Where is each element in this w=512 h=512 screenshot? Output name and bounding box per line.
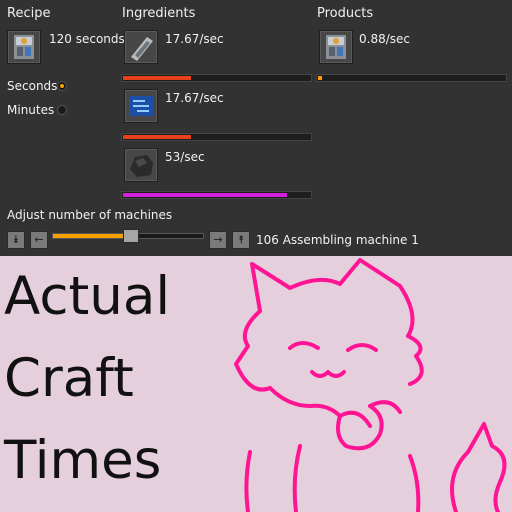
increase-button[interactable]: → bbox=[209, 231, 227, 249]
ingredient-slot-1[interactable] bbox=[124, 30, 158, 64]
product-bar-1 bbox=[316, 74, 507, 82]
decrease-button[interactable]: ← bbox=[30, 231, 48, 249]
recipe-header: Recipe bbox=[7, 6, 51, 21]
arrow-left-icon: ← bbox=[34, 233, 44, 246]
minutes-label: Minutes bbox=[7, 103, 55, 117]
double-chevron-down-icon: ⯯ bbox=[12, 233, 20, 246]
ingredient-slot-2[interactable] bbox=[124, 89, 158, 123]
decrease-fast-button[interactable]: ⯯ bbox=[7, 231, 25, 249]
ingredients-header: Ingredients bbox=[122, 6, 196, 21]
ingredient-bar-fill-2 bbox=[123, 135, 191, 139]
ingredient-bar-3 bbox=[121, 191, 312, 199]
machines-value: 106 Assembling machine 1 bbox=[256, 233, 419, 247]
machines-slider[interactable] bbox=[52, 229, 204, 243]
processing-unit-icon bbox=[129, 96, 153, 116]
caption-line-2: Craft bbox=[4, 348, 134, 409]
machines-label: Adjust number of machines bbox=[7, 208, 173, 222]
machines-slider-handle[interactable] bbox=[123, 229, 139, 243]
product-rate-1: 0.88/sec bbox=[359, 32, 410, 46]
satellite-icon bbox=[326, 35, 346, 59]
product-slot-1[interactable] bbox=[319, 30, 353, 64]
ingredient-bar-1 bbox=[121, 74, 312, 82]
products-header: Products bbox=[317, 6, 374, 21]
machines-slider-fill bbox=[53, 234, 131, 238]
product-bar-fill-1 bbox=[318, 76, 322, 80]
ingredient-bar-fill-3 bbox=[123, 193, 288, 197]
caption-line-3: Times bbox=[4, 430, 162, 491]
ingredient-bar-fill-1 bbox=[123, 76, 191, 80]
seconds-radio[interactable] bbox=[57, 81, 67, 91]
double-chevron-up-icon: ⯭ bbox=[237, 233, 245, 246]
low-density-structure-icon bbox=[131, 37, 153, 61]
ingredient-bar-2 bbox=[121, 133, 312, 141]
caption-line-1: Actual bbox=[4, 266, 171, 327]
recipe-time: 120 seconds bbox=[49, 32, 125, 46]
minutes-radio[interactable] bbox=[57, 105, 67, 115]
calculator-panel: Recipe Ingredients Products 120 seconds … bbox=[0, 0, 512, 256]
coal-icon bbox=[130, 155, 153, 177]
caption-area: Actual Craft Times bbox=[0, 256, 512, 512]
arrow-right-icon: → bbox=[213, 233, 223, 246]
recipe-slot[interactable] bbox=[7, 30, 41, 64]
ingredient-rate-2: 17.67/sec bbox=[165, 91, 224, 105]
cat-sketch-drawing bbox=[234, 258, 507, 512]
ingredient-rate-3: 53/sec bbox=[165, 150, 205, 164]
satellite-icon bbox=[14, 35, 34, 59]
seconds-label: Seconds bbox=[7, 79, 58, 93]
ingredient-slot-3[interactable] bbox=[124, 148, 158, 182]
ingredient-rate-1: 17.67/sec bbox=[165, 32, 224, 46]
increase-fast-button[interactable]: ⯭ bbox=[232, 231, 250, 249]
